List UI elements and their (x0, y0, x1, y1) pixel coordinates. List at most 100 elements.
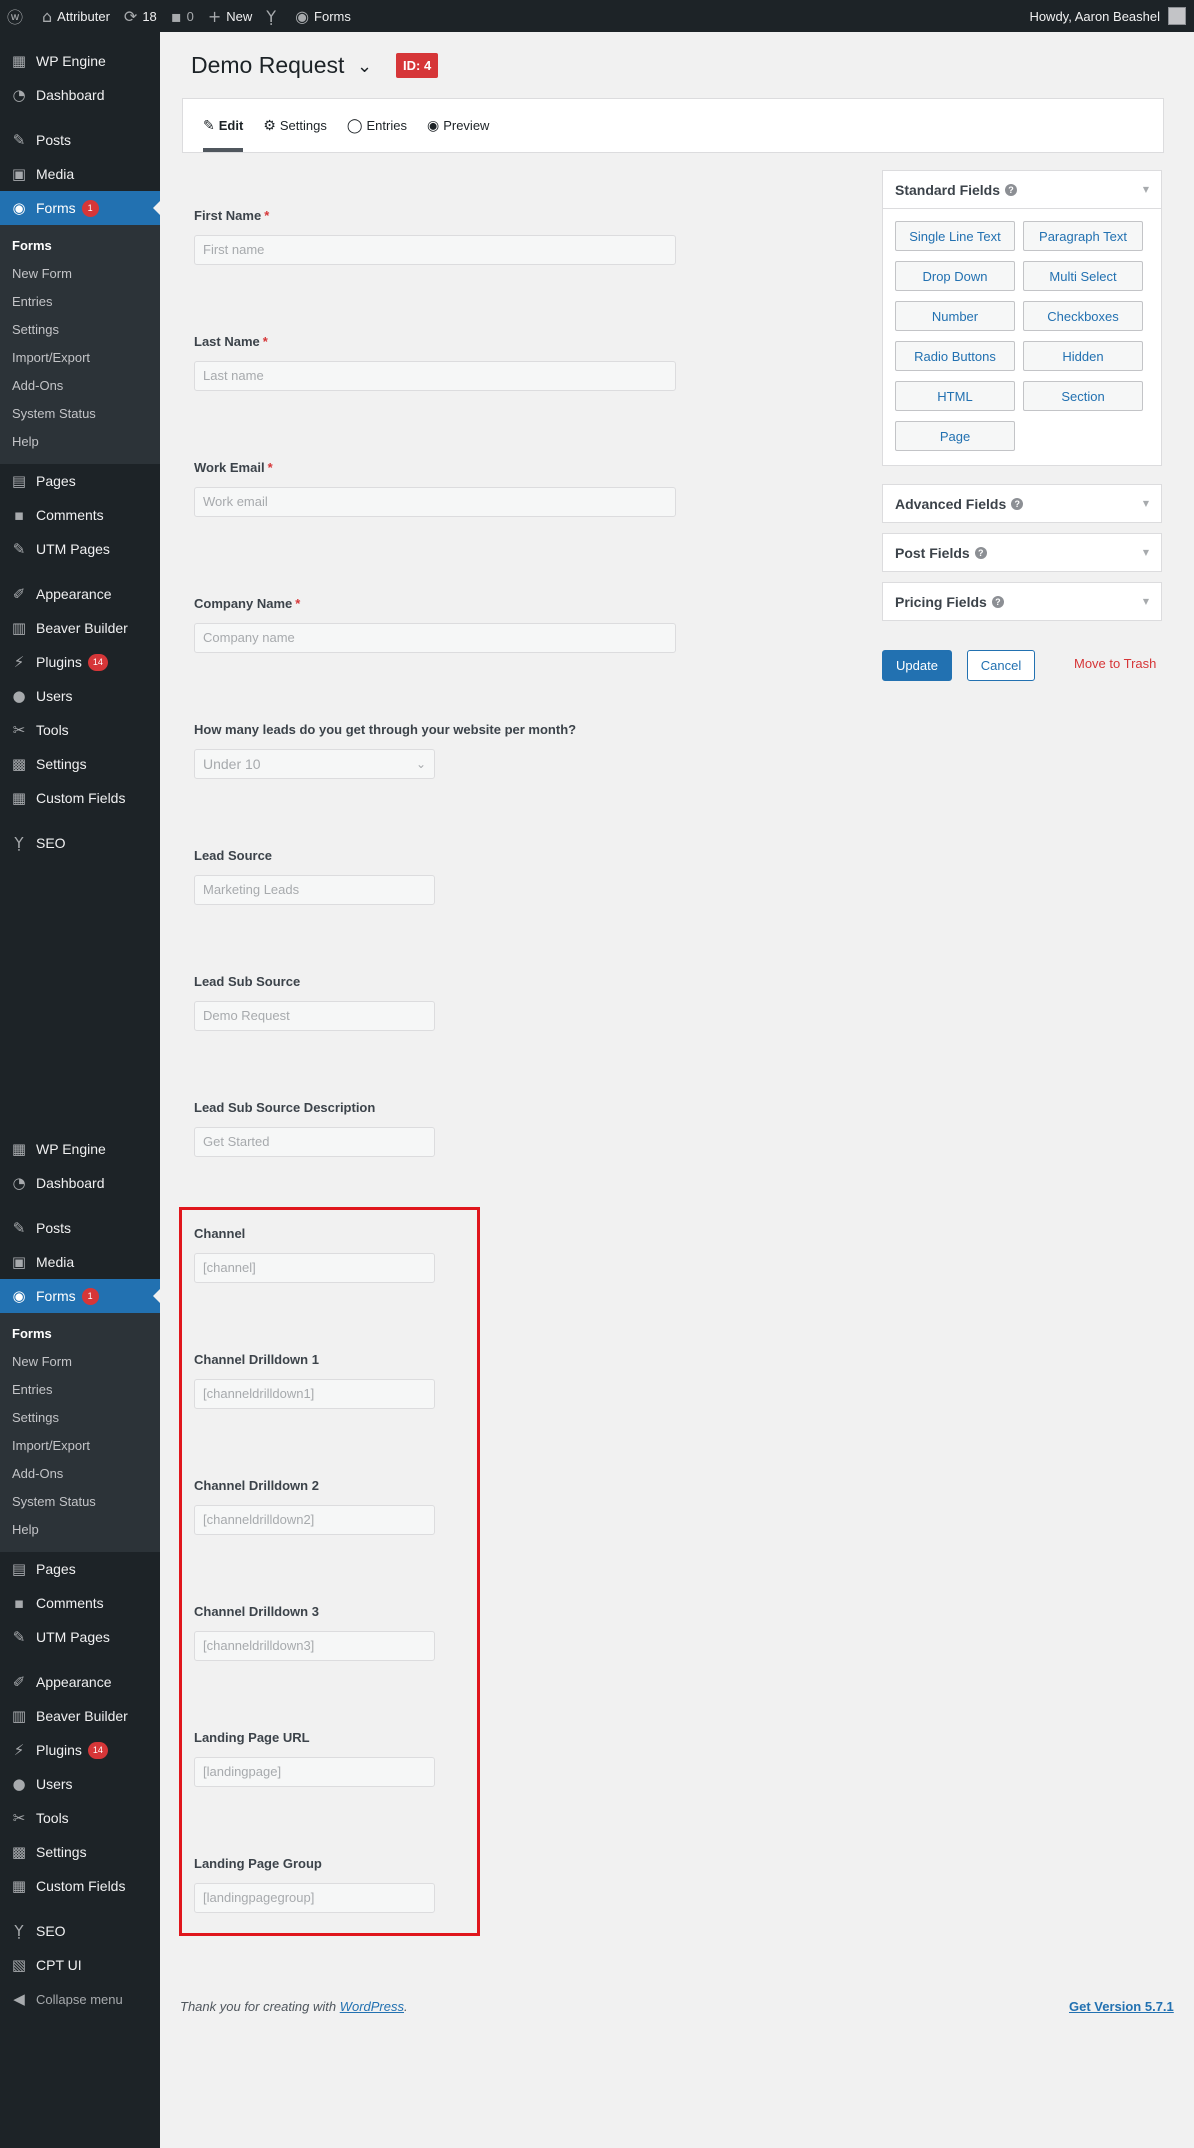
forms-admin-link[interactable]: ◉ Forms (288, 0, 358, 32)
submenu-add-ons[interactable]: Add-Ons (0, 1460, 160, 1488)
submenu-entries[interactable]: Entries (0, 1376, 160, 1404)
landing-page-group-input[interactable]: [landingpagegroup] (194, 1883, 435, 1913)
update-button[interactable]: Update (882, 650, 952, 681)
menu-posts[interactable]: ✎ Posts (0, 123, 160, 157)
menu-comments[interactable]: ▪ Comments (0, 1586, 160, 1620)
add-number-button[interactable]: Number (895, 301, 1015, 331)
add-drop-down-button[interactable]: Drop Down (895, 261, 1015, 291)
menu-users[interactable]: ● Users (0, 679, 160, 713)
field-leads-per-month[interactable]: How many leads do you get through your w… (194, 722, 576, 779)
menu-beaver-builder[interactable]: ▥ Beaver Builder (0, 611, 160, 645)
menu-wp-engine[interactable]: ▦ WP Engine (0, 44, 160, 78)
submenu-entries[interactable]: Entries (0, 288, 160, 316)
field-landing-page-url[interactable]: Landing Page URL [landingpage] (194, 1730, 435, 1787)
lead-sub-source-input[interactable]: Demo Request (194, 1001, 435, 1031)
menu-tools[interactable]: ✂ Tools (0, 1801, 160, 1835)
field-lead-sub-source-description[interactable]: Lead Sub Source Description Get Started (194, 1100, 435, 1157)
menu-forms[interactable]: ◉ Forms 1 (0, 191, 160, 225)
add-page-button[interactable]: Page (895, 421, 1015, 451)
menu-utm-pages[interactable]: ✎ UTM Pages (0, 1620, 160, 1654)
pricing-fields-header[interactable]: Pricing Fields ? ▼ (883, 583, 1161, 620)
tab-preview[interactable]: ◉ Preview (427, 99, 489, 152)
menu-settings[interactable]: ▩ Settings (0, 747, 160, 781)
submenu-help[interactable]: Help (0, 1516, 160, 1544)
submenu-system-status[interactable]: System Status (0, 400, 160, 428)
updates-link[interactable]: ⟳ 18 (117, 0, 164, 32)
menu-media[interactable]: ▣ Media (0, 157, 160, 191)
menu-dashboard[interactable]: ◔ Dashboard (0, 1166, 160, 1200)
lead-source-input[interactable]: Marketing Leads (194, 875, 435, 905)
menu-cpt-ui[interactable]: ▧ CPT UI (0, 1948, 160, 1982)
channel-drilldown-3-input[interactable]: [channeldrilldown3] (194, 1631, 435, 1661)
menu-plugins[interactable]: ⚡ Plugins 14 (0, 645, 160, 679)
add-checkboxes-button[interactable]: Checkboxes (1023, 301, 1143, 331)
first-name-input[interactable]: First name (194, 235, 676, 265)
wordpress-logo-button[interactable]: ⓦ (0, 0, 35, 32)
tab-settings[interactable]: ⚙ Settings (263, 99, 327, 152)
add-radio-buttons-button[interactable]: Radio Buttons (895, 341, 1015, 371)
submenu-import-export[interactable]: Import/Export (0, 1432, 160, 1460)
field-channel-drilldown-3[interactable]: Channel Drilldown 3 [channeldrilldown3] (194, 1604, 435, 1661)
field-work-email[interactable]: Work Email * Work email (194, 460, 676, 517)
menu-wp-engine[interactable]: ▦ WP Engine (0, 1132, 160, 1166)
menu-seo[interactable]: Ỵ SEO (0, 1914, 160, 1948)
move-to-trash-link[interactable]: Move to Trash (1074, 656, 1156, 671)
menu-appearance[interactable]: ✐ Appearance (0, 1665, 160, 1699)
field-landing-page-group[interactable]: Landing Page Group [landingpagegroup] (194, 1856, 435, 1913)
get-version-link[interactable]: Get Version 5.7.1 (1069, 1999, 1174, 2014)
submenu-settings[interactable]: Settings (0, 316, 160, 344)
menu-seo[interactable]: Ỵ SEO (0, 826, 160, 860)
landing-page-url-input[interactable]: [landingpage] (194, 1757, 435, 1787)
menu-beaver-builder[interactable]: ▥ Beaver Builder (0, 1699, 160, 1733)
field-lead-source[interactable]: Lead Source Marketing Leads (194, 848, 435, 905)
add-hidden-button[interactable]: Hidden (1023, 341, 1143, 371)
submenu-new-form[interactable]: New Form (0, 260, 160, 288)
add-single-line-text-button[interactable]: Single Line Text (895, 221, 1015, 251)
menu-forms[interactable]: ◉ Forms 1 (0, 1279, 160, 1313)
last-name-input[interactable]: Last name (194, 361, 676, 391)
yoast-seo-menu[interactable]: Ỵ (259, 0, 288, 32)
help-icon[interactable]: ? (974, 546, 987, 559)
submenu-forms[interactable]: Forms (0, 1320, 160, 1348)
help-icon[interactable]: ? (1005, 183, 1018, 196)
menu-custom-fields[interactable]: ▦ Custom Fields (0, 781, 160, 815)
field-channel-drilldown-1[interactable]: Channel Drilldown 1 [channeldrilldown1] (194, 1352, 435, 1409)
comments-link[interactable]: ▪ 0 (164, 0, 201, 32)
tab-edit[interactable]: ✎ Edit (203, 99, 244, 152)
channel-drilldown-2-input[interactable]: [channeldrilldown2] (194, 1505, 435, 1535)
add-section-button[interactable]: Section (1023, 381, 1143, 411)
submenu-new-form[interactable]: New Form (0, 1348, 160, 1376)
field-company-name[interactable]: Company Name * Company name (194, 596, 676, 653)
menu-tools[interactable]: ✂ Tools (0, 713, 160, 747)
submenu-import-export[interactable]: Import/Export (0, 344, 160, 372)
cancel-button[interactable]: Cancel (967, 650, 1035, 681)
menu-posts[interactable]: ✎ Posts (0, 1211, 160, 1245)
menu-dashboard[interactable]: ◔ Dashboard (0, 78, 160, 112)
submenu-add-ons[interactable]: Add-Ons (0, 372, 160, 400)
channel-drilldown-1-input[interactable]: [channeldrilldown1] (194, 1379, 435, 1409)
site-name-link[interactable]: ⌂ Attributer (35, 0, 117, 32)
menu-custom-fields[interactable]: ▦ Custom Fields (0, 1869, 160, 1903)
lead-sub-source-description-input[interactable]: Get Started (194, 1127, 435, 1157)
add-html-button[interactable]: HTML (895, 381, 1015, 411)
new-content-link[interactable]: + New (201, 0, 259, 32)
field-lead-sub-source[interactable]: Lead Sub Source Demo Request (194, 974, 435, 1031)
work-email-input[interactable]: Work email (194, 487, 676, 517)
menu-pages[interactable]: ▤ Pages (0, 464, 160, 498)
wordpress-link[interactable]: WordPress (340, 1999, 404, 2014)
add-multi-select-button[interactable]: Multi Select (1023, 261, 1143, 291)
menu-comments[interactable]: ▪ Comments (0, 498, 160, 532)
leads-dropdown[interactable]: Under 10 ⌄ (194, 749, 435, 779)
menu-users[interactable]: ● Users (0, 1767, 160, 1801)
field-channel[interactable]: Channel [channel] (194, 1226, 435, 1283)
advanced-fields-header[interactable]: Advanced Fields ? ▼ (883, 485, 1161, 522)
submenu-system-status[interactable]: System Status (0, 1488, 160, 1516)
post-fields-header[interactable]: Post Fields ? ▼ (883, 534, 1161, 571)
collapse-menu-button[interactable]: ◀ Collapse menu (0, 1982, 160, 2016)
tab-entries[interactable]: ◯ Entries (347, 99, 407, 152)
menu-utm-pages[interactable]: ✎ UTM Pages (0, 532, 160, 566)
submenu-help[interactable]: Help (0, 428, 160, 456)
submenu-forms[interactable]: Forms (0, 232, 160, 260)
standard-fields-header[interactable]: Standard Fields ? ▼ (883, 171, 1161, 208)
field-first-name[interactable]: First Name * First name (194, 208, 676, 265)
